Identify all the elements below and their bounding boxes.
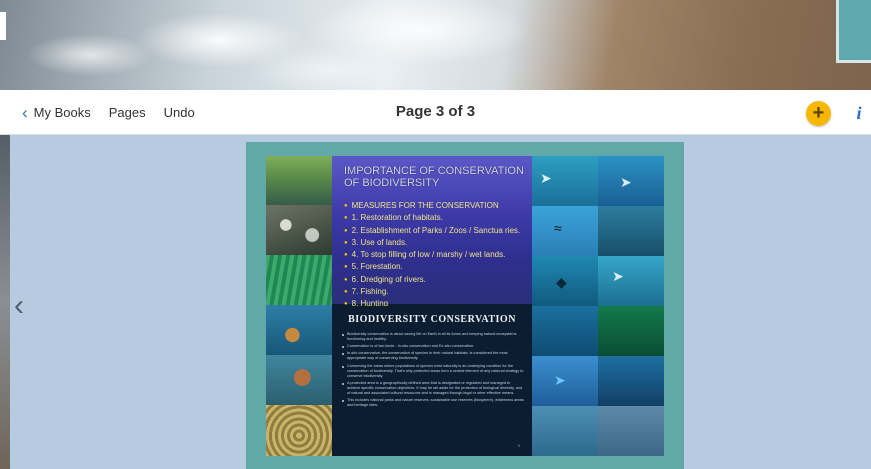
my-books-label: My Books	[33, 104, 91, 120]
conservation-paragraphs: Biodiversity conservation is about savin…	[342, 332, 524, 410]
mangrove-photo	[266, 156, 332, 205]
list-item: 1. Restoration of habitats.	[344, 212, 534, 224]
fish-school-photo: ➤	[532, 156, 598, 206]
shark-photo: ➤	[598, 156, 664, 206]
measures-list: MEASURES FOR THE CONSERVATION 1. Restora…	[344, 200, 534, 311]
fish-icon: ➤	[554, 372, 566, 388]
background-photo	[0, 0, 871, 90]
list-item: Conservation is of two kinds - In-situ c…	[342, 344, 524, 349]
blue-fish-photo: ➤	[532, 356, 598, 406]
conservation-measures-panel: IMPORTANCE OF CONSERVATION OF BIODIVERSI…	[332, 156, 532, 308]
slide-image: ➤ ➤ ≈ ◆ ➤ ➤ IMPORTANCE OF CONSERVATION O…	[266, 156, 664, 456]
slide-title-line: OF BIODIVERSITY	[344, 177, 440, 189]
list-item: MEASURES FOR THE CONSERVATION	[344, 200, 534, 212]
brain-coral-photo	[266, 405, 332, 456]
seagrass-photo	[266, 255, 332, 305]
pages-button[interactable]: Pages	[109, 105, 146, 120]
fish-icon: ➤	[540, 170, 552, 186]
list-item: 4. To stop filling of low / marshy / wet…	[344, 249, 534, 261]
chevron-left-icon: ‹	[14, 289, 24, 322]
fish-photo: ➤	[598, 256, 664, 306]
panel-heading: BIODIVERSITY CONSERVATION	[348, 314, 516, 325]
chevron-left-icon: ‹	[22, 102, 28, 122]
ray-icon: ◆	[556, 274, 567, 290]
coral-photo	[266, 205, 332, 255]
slide-title-line: IMPORTANCE OF CONSERVATION	[344, 165, 524, 177]
parrotfish-photo	[598, 306, 664, 356]
reef-photo	[266, 355, 332, 405]
coral-rock-photo	[532, 406, 598, 456]
add-button[interactable]: +	[806, 101, 831, 126]
list-item: This includes national parks and nature …	[342, 398, 524, 408]
list-item: Conserving the areas where populations o…	[342, 364, 524, 379]
list-item: 5. Forestation.	[344, 261, 534, 273]
list-item: 3. Use of lands.	[344, 237, 534, 249]
biodiversity-conservation-panel: BIODIVERSITY CONSERVATION Biodiversity c…	[332, 306, 532, 456]
slide-page-number: 9	[517, 443, 520, 448]
list-item: A protected area is a geographically def…	[342, 381, 524, 396]
fish-school-photo	[532, 306, 598, 356]
list-item: Biodiversity conservation is about savin…	[342, 332, 524, 342]
toolbar-left-group: ‹ My Books Pages Undo	[22, 90, 195, 134]
book-page[interactable]: ➤ ➤ ≈ ◆ ➤ ➤ IMPORTANCE OF CONSERVATION O…	[246, 142, 684, 469]
slide-title: IMPORTANCE OF CONSERVATION OF BIODIVERSI…	[344, 165, 530, 189]
previous-page-button[interactable]: ‹	[8, 288, 30, 324]
turtle-photo	[598, 206, 664, 256]
fish-group-photo	[598, 406, 664, 456]
bird-icon: ≈	[554, 220, 562, 236]
fish-icon: ➤	[612, 268, 624, 284]
list-item: 2. Establishment of Parks / Zoos / Sanct…	[344, 225, 534, 237]
list-item: 6. Dredging of rivers.	[344, 274, 534, 286]
list-item: 7. Fishing.	[344, 286, 534, 298]
reef-shark-photo	[598, 356, 664, 406]
info-icon: i	[856, 103, 862, 123]
seabird-photo: ≈	[532, 206, 598, 256]
my-books-button[interactable]: ‹ My Books	[22, 104, 91, 121]
background-teal-card	[836, 0, 871, 63]
undo-button[interactable]: Undo	[164, 105, 195, 120]
plus-icon: +	[812, 102, 825, 124]
top-toolbar: ‹ My Books Pages Undo Page 3 of 3	[0, 90, 871, 135]
fish-icon: ➤	[620, 174, 632, 190]
manta-ray-photo: ◆	[532, 256, 598, 306]
reef-photo	[266, 305, 332, 355]
background-chip	[0, 12, 6, 40]
info-button[interactable]: i	[852, 101, 866, 126]
list-item: In-situ conservation, the conservation o…	[342, 351, 524, 361]
